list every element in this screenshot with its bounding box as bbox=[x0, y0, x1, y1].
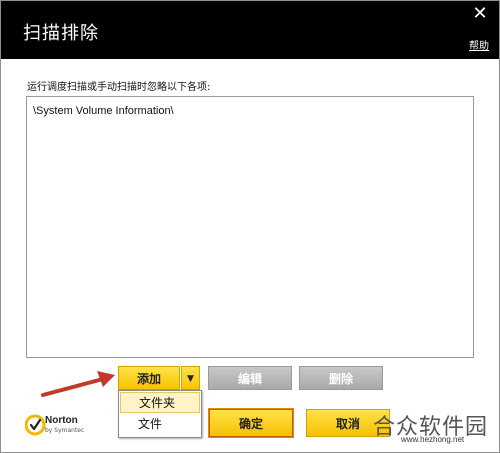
ok-button[interactable]: 确定 bbox=[208, 408, 294, 438]
add-menu-item-folder[interactable]: 文件夹 bbox=[120, 392, 200, 413]
norton-logo-subtext: by Symantec bbox=[45, 427, 85, 434]
add-dropdown-button[interactable]: ▼ bbox=[181, 366, 200, 390]
triangle-down-icon: ▼ bbox=[187, 374, 194, 384]
dialog-title: 扫描排除 bbox=[23, 23, 99, 44]
close-icon[interactable]: ✕ bbox=[471, 5, 489, 23]
watermark-url: www.hezhong.net bbox=[401, 435, 465, 444]
norton-logo-text: Norton bbox=[45, 415, 78, 426]
help-link[interactable]: 帮助 bbox=[469, 37, 489, 52]
add-menu: 文件夹 文件 bbox=[118, 390, 202, 438]
annotation-arrow bbox=[41, 371, 115, 397]
add-button[interactable]: 添加 bbox=[118, 366, 180, 390]
title-bar: 扫描排除 ✕ 帮助 bbox=[1, 1, 499, 59]
add-menu-item-file[interactable]: 文件 bbox=[120, 414, 200, 435]
edit-button: 编辑 bbox=[208, 366, 292, 390]
exclusions-list[interactable]: \System Volume Information\ bbox=[26, 96, 474, 358]
delete-button: 删除 bbox=[299, 366, 383, 390]
exclusions-description: 运行调度扫描或手动扫描时忽略以下各项: bbox=[27, 82, 211, 93]
list-item[interactable]: \System Volume Information\ bbox=[33, 105, 174, 117]
scan-exclusions-dialog: 扫描排除 ✕ 帮助 运行调度扫描或手动扫描时忽略以下各项: \System Vo… bbox=[0, 0, 500, 453]
